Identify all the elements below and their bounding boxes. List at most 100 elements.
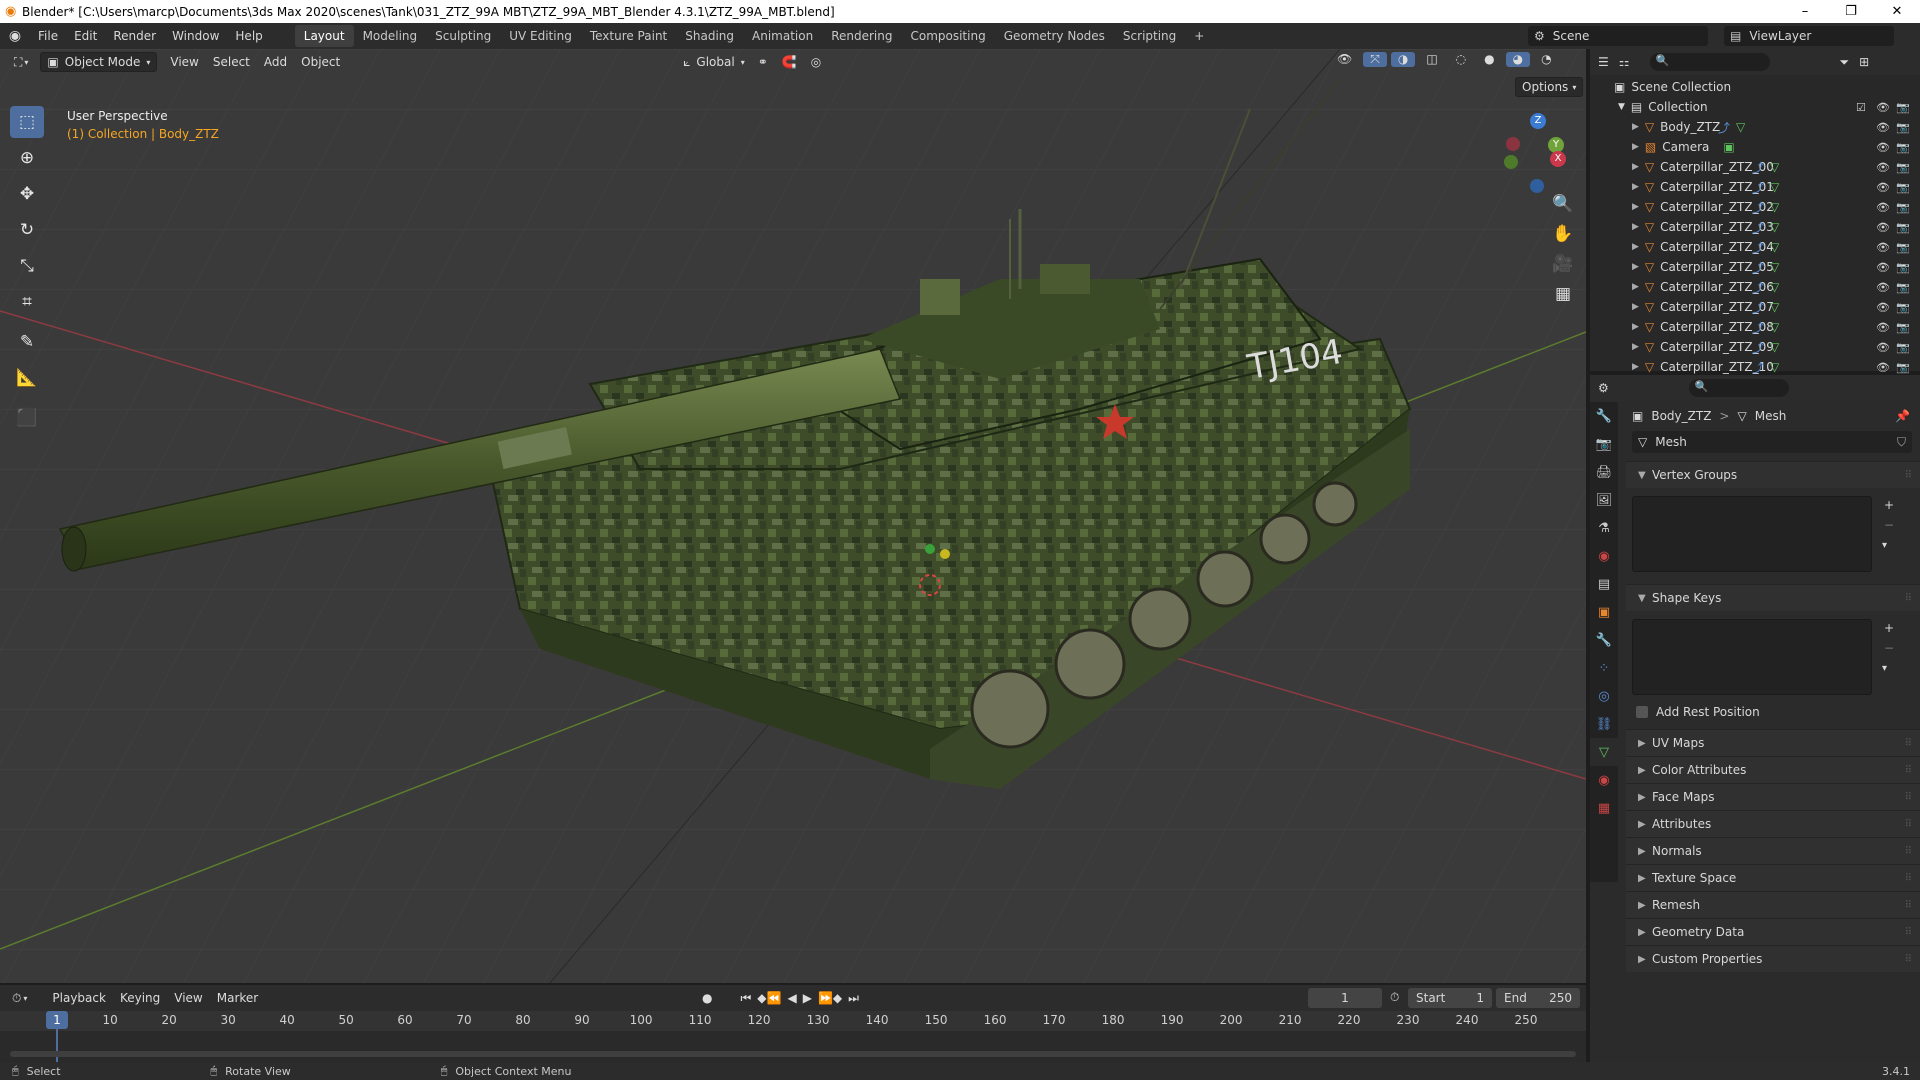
eye-icon[interactable]: 👁 xyxy=(1876,221,1890,234)
outliner-item[interactable]: ▶ ▽ Caterpillar_ZTZ_09 ⤴ ▽ 👁 📷 xyxy=(1590,337,1920,357)
tab-compositing[interactable]: Compositing xyxy=(901,25,994,47)
minimize-button[interactable]: – xyxy=(1782,0,1828,23)
close-button[interactable]: ✕ xyxy=(1874,0,1920,23)
jump-next-keyframe-icon[interactable]: ⏩◆ xyxy=(818,991,842,1006)
outliner-item[interactable]: ▶ ▽ Caterpillar_ZTZ_10 ⤴ ▽ 👁 📷 xyxy=(1590,357,1920,377)
property-section-header[interactable]: ▶ Normals ⠿ xyxy=(1626,837,1920,864)
camera-restrict-icon[interactable]: 📷 xyxy=(1896,341,1910,354)
drag-grip-icon[interactable]: ⠿ xyxy=(1905,765,1912,776)
gizmo-neg-x[interactable] xyxy=(1506,137,1520,151)
eye-icon[interactable]: 👁 xyxy=(1876,321,1890,334)
proportional-edit-icon[interactable]: ◎ xyxy=(804,55,828,69)
eye-icon[interactable]: 👁 xyxy=(1876,301,1890,314)
navigation-gizmo[interactable]: Z Y X xyxy=(1500,109,1570,193)
viewport-menu-object[interactable]: Object xyxy=(294,55,347,69)
output-tab-icon[interactable]: 🖨 xyxy=(1590,458,1618,486)
wireframe-shading-icon[interactable]: ◌ xyxy=(1449,52,1473,67)
tab-layout[interactable]: Layout xyxy=(294,25,354,47)
property-section-header[interactable]: ▶ Custom Properties ⠿ xyxy=(1626,945,1920,972)
zoom-icon[interactable]: 🔍 xyxy=(1550,191,1576,217)
eye-icon[interactable]: 👁 xyxy=(1876,161,1890,174)
eye-icon[interactable]: 👁 xyxy=(1876,241,1890,254)
remove-shape-key-icon[interactable]: − xyxy=(1884,641,1894,655)
shape-key-specials-icon[interactable]: ▾ xyxy=(1882,663,1887,674)
tool-tab-icon[interactable]: 🔧 xyxy=(1590,402,1618,430)
transform-tool-icon[interactable]: ⌗ xyxy=(10,286,44,318)
mode-dropdown[interactable]: ▣ Object Mode ▾ xyxy=(40,52,158,72)
mesh-browse-icon[interactable]: ▽ xyxy=(1638,435,1647,449)
world-tab-icon[interactable]: ◉ xyxy=(1590,542,1618,570)
pan-hand-icon[interactable]: ✋ xyxy=(1550,221,1576,247)
pivot-point-icon[interactable]: ⚭ xyxy=(751,55,775,69)
timeline-scrollbar[interactable] xyxy=(10,1051,1576,1057)
stopwatch-icon[interactable]: ⏱ xyxy=(1390,990,1399,1005)
chevron-right-icon[interactable]: ▶ xyxy=(1632,142,1639,152)
scene-collection-row[interactable]: ▣ Scene Collection xyxy=(1590,77,1920,97)
chevron-right-icon[interactable]: ▶ xyxy=(1632,282,1639,292)
drag-grip-icon[interactable]: ⠿ xyxy=(1905,846,1912,857)
select-box-tool-icon[interactable]: ⬚ xyxy=(10,106,44,138)
drag-grip-icon[interactable]: ⠿ xyxy=(1905,819,1912,830)
vertex-groups-list[interactable] xyxy=(1632,496,1872,572)
camera-restrict-icon[interactable]: 📷 xyxy=(1896,161,1910,174)
drag-grip-icon[interactable]: ⠿ xyxy=(1905,927,1912,938)
viewlayer-selector[interactable]: ▤ ViewLayer xyxy=(1724,26,1894,46)
end-frame-field[interactable]: End 250 xyxy=(1496,988,1580,1008)
render-tab-icon[interactable]: 📷 xyxy=(1590,430,1618,458)
eye-icon[interactable]: 👁 xyxy=(1876,361,1890,374)
outliner-item[interactable]: ▶ ▽ Body_ZTZ ⤴ ▽ 👁 📷 xyxy=(1590,117,1920,137)
jump-prev-keyframe-icon[interactable]: ◆⏪ xyxy=(757,991,781,1006)
add-rest-position-row[interactable]: Add Rest Position xyxy=(1636,705,1760,719)
tab-animation[interactable]: Animation xyxy=(743,25,822,47)
outliner-item[interactable]: ▶ ▧ Camera ▣ 👁 📷 xyxy=(1590,137,1920,157)
mesh-data-tab-icon[interactable]: ▽ xyxy=(1590,738,1618,766)
property-section-header[interactable]: ▶ Geometry Data ⠿ xyxy=(1626,918,1920,945)
rendered-shading-icon[interactable]: ◔ xyxy=(1534,52,1558,67)
scene-selector[interactable]: ⚙ Scene xyxy=(1528,26,1708,46)
chevron-right-icon[interactable]: ▶ xyxy=(1632,322,1639,332)
tab-geometry-nodes[interactable]: Geometry Nodes xyxy=(995,25,1114,47)
camera-restrict-icon[interactable]: 📷 xyxy=(1896,361,1910,374)
timeline-menu-playback[interactable]: Playback xyxy=(45,991,113,1005)
camera-restrict-icon[interactable]: 📷 xyxy=(1896,221,1910,234)
fake-user-shield-icon[interactable]: ⛉ xyxy=(1897,435,1906,450)
xray-toggle-icon[interactable]: ◫ xyxy=(1419,52,1444,67)
viewport-menu-select[interactable]: Select xyxy=(206,55,257,69)
menu-edit[interactable]: Edit xyxy=(66,23,105,49)
outliner-item[interactable]: ▶ ▽ Caterpillar_ZTZ_06 ⤴ ▽ 👁 📷 xyxy=(1590,277,1920,297)
timeline-editor-icon[interactable]: ⏱ xyxy=(12,991,21,1006)
gizmo-neg-y[interactable] xyxy=(1504,155,1518,169)
options-dropdown[interactable]: Options ▾ xyxy=(1515,77,1584,97)
jump-start-icon[interactable]: ⏮ xyxy=(740,991,751,1006)
chevron-down-icon[interactable]: ▼ xyxy=(1618,102,1625,112)
vertex-groups-header[interactable]: ▼ Vertex Groups ⠿ xyxy=(1626,461,1920,488)
material-shading-icon[interactable]: ◕ xyxy=(1505,52,1531,67)
eye-icon[interactable]: 👁 xyxy=(1876,121,1890,134)
viewport-menu-view[interactable]: View xyxy=(163,55,205,69)
add-shape-key-icon[interactable]: + xyxy=(1884,621,1894,635)
eye-icon[interactable]: 👁 xyxy=(1876,281,1890,294)
shape-keys-header[interactable]: ▼ Shape Keys ⠿ xyxy=(1626,584,1920,611)
chevron-right-icon[interactable]: ▶ xyxy=(1632,222,1639,232)
add-rest-position-checkbox[interactable] xyxy=(1636,706,1648,718)
chevron-right-icon[interactable]: ▶ xyxy=(1632,242,1639,252)
camera-restrict-icon[interactable]: 📷 xyxy=(1896,281,1910,294)
view-layer-tab-icon[interactable]: 🖼 xyxy=(1590,486,1618,514)
mesh-name-field[interactable]: Mesh xyxy=(1655,435,1687,449)
rotate-tool-icon[interactable]: ↻ xyxy=(10,214,44,246)
overlay-toggle-icon[interactable]: ◑ xyxy=(1390,52,1416,67)
camera-restrict-icon[interactable]: 📷 xyxy=(1896,241,1910,254)
camera-restrict-icon[interactable]: 📷 xyxy=(1896,261,1910,274)
tab-texture-paint[interactable]: Texture Paint xyxy=(581,25,676,47)
chevron-right-icon[interactable]: ▶ xyxy=(1632,162,1639,172)
drag-grip-icon[interactable]: ⠿ xyxy=(1905,593,1912,604)
modifier-tab-icon[interactable]: 🔧 xyxy=(1590,626,1618,654)
play-icon[interactable]: ▶ xyxy=(803,991,812,1006)
outliner-item[interactable]: ▶ ▽ Caterpillar_ZTZ_07 ⤴ ▽ 👁 📷 xyxy=(1590,297,1920,317)
move-tool-icon[interactable]: ✥ xyxy=(10,178,44,210)
camera-restrict-icon[interactable]: 📷 xyxy=(1896,101,1910,114)
gizmo-toggle-icon[interactable]: ⤧ xyxy=(1363,52,1387,67)
constraints-tab-icon[interactable]: ⛓ xyxy=(1590,710,1618,738)
drag-grip-icon[interactable]: ⠿ xyxy=(1905,954,1912,965)
gizmo-neg-z[interactable] xyxy=(1530,179,1544,193)
